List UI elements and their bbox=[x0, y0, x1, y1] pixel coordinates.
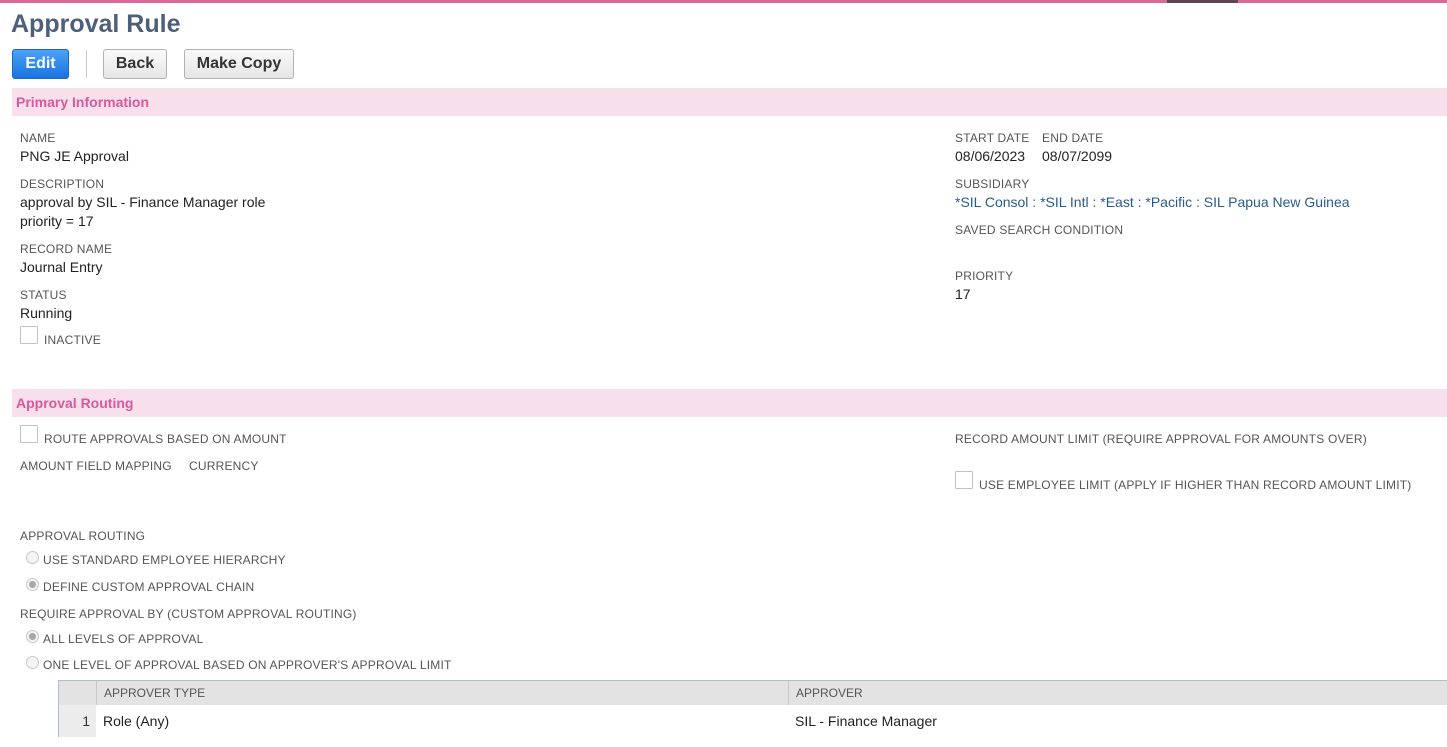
all-levels-label: ALL LEVELS OF APPROVAL bbox=[43, 632, 204, 646]
edit-button[interactable]: Edit bbox=[12, 49, 69, 79]
custom-chain-radio[interactable] bbox=[26, 578, 39, 591]
require-approval-by-label: REQUIRE APPROVAL BY (CUSTOM APPROVAL ROU… bbox=[20, 607, 357, 621]
approval-routing-title: Approval Routing bbox=[16, 395, 134, 411]
use-employee-limit-checkbox[interactable] bbox=[955, 471, 973, 489]
saved-search-condition-label: SAVED SEARCH CONDITION bbox=[955, 223, 1124, 237]
approver-cell: SIL - Finance Manager bbox=[795, 713, 937, 729]
description-line-1: approval by SIL - Finance Manager role bbox=[20, 194, 266, 210]
toolbar-divider bbox=[86, 50, 87, 78]
standard-hierarchy-radio[interactable] bbox=[26, 551, 39, 564]
table-row[interactable]: 1 Role (Any) SIL - Finance Manager bbox=[59, 705, 1447, 737]
custom-chain-label: DEFINE CUSTOM APPROVAL CHAIN bbox=[43, 580, 255, 594]
start-date-value: 08/06/2023 bbox=[955, 148, 1026, 164]
column-header-approver[interactable]: APPROVER bbox=[788, 681, 1447, 705]
route-approvals-checkbox[interactable] bbox=[20, 425, 38, 443]
route-approvals-label: ROUTE APPROVALS BASED ON AMOUNT bbox=[44, 432, 287, 446]
make-copy-button[interactable]: Make Copy bbox=[184, 49, 294, 79]
record-name-value: Journal Entry bbox=[20, 259, 103, 275]
status-value: Running bbox=[20, 305, 73, 321]
description-line-2: priority = 17 bbox=[20, 213, 94, 229]
top-accent-marker bbox=[1167, 0, 1238, 3]
page-title: Approval Rule bbox=[11, 10, 181, 38]
one-level-radio[interactable] bbox=[26, 656, 39, 669]
one-level-label: ONE LEVEL OF APPROVAL BASED ON APPROVER'… bbox=[43, 658, 452, 672]
amount-field-mapping-label: AMOUNT FIELD MAPPING bbox=[20, 459, 172, 473]
record-amount-limit-label: RECORD AMOUNT LIMIT (REQUIRE APPROVAL FO… bbox=[955, 432, 1367, 446]
column-header-approver-type[interactable]: APPROVER TYPE bbox=[96, 681, 788, 705]
back-button[interactable]: Back bbox=[103, 49, 167, 79]
record-name-label: RECORD NAME bbox=[20, 242, 113, 256]
all-levels-radio[interactable] bbox=[26, 630, 39, 643]
name-value: PNG JE Approval bbox=[20, 148, 129, 164]
primary-information-header[interactable]: Primary Information bbox=[12, 88, 1447, 116]
priority-value: 17 bbox=[955, 286, 971, 302]
approvers-table-header: APPROVER TYPE APPROVER bbox=[59, 681, 1447, 705]
primary-information-title: Primary Information bbox=[16, 94, 150, 110]
status-label: STATUS bbox=[20, 288, 67, 302]
subsidiary-label: SUBSIDIARY bbox=[955, 177, 1030, 191]
inactive-checkbox[interactable] bbox=[20, 326, 38, 344]
description-label: DESCRIPTION bbox=[20, 177, 105, 191]
approvers-table: APPROVER TYPE APPROVER 1 Role (Any) SIL … bbox=[58, 680, 1447, 737]
approval-routing-label: APPROVAL ROUTING bbox=[20, 529, 146, 543]
end-date-label: END DATE bbox=[1042, 131, 1104, 145]
approval-routing-header[interactable]: Approval Routing bbox=[12, 389, 1447, 417]
end-date-value: 08/07/2099 bbox=[1042, 148, 1113, 164]
use-employee-limit-label: USE EMPLOYEE LIMIT (APPLY IF HIGHER THAN… bbox=[979, 478, 1412, 492]
approver-type-cell: Role (Any) bbox=[103, 713, 170, 729]
name-label: NAME bbox=[20, 131, 56, 145]
priority-label: PRIORITY bbox=[955, 269, 1014, 283]
inactive-label: INACTIVE bbox=[44, 333, 101, 347]
start-date-label: START DATE bbox=[955, 131, 1030, 145]
row-number: 1 bbox=[59, 705, 96, 737]
subsidiary-link[interactable]: *SIL Consol : *SIL Intl : *East : *Pacif… bbox=[955, 194, 1350, 210]
standard-hierarchy-label: USE STANDARD EMPLOYEE HIERARCHY bbox=[43, 553, 286, 567]
currency-label: CURRENCY bbox=[189, 459, 259, 473]
